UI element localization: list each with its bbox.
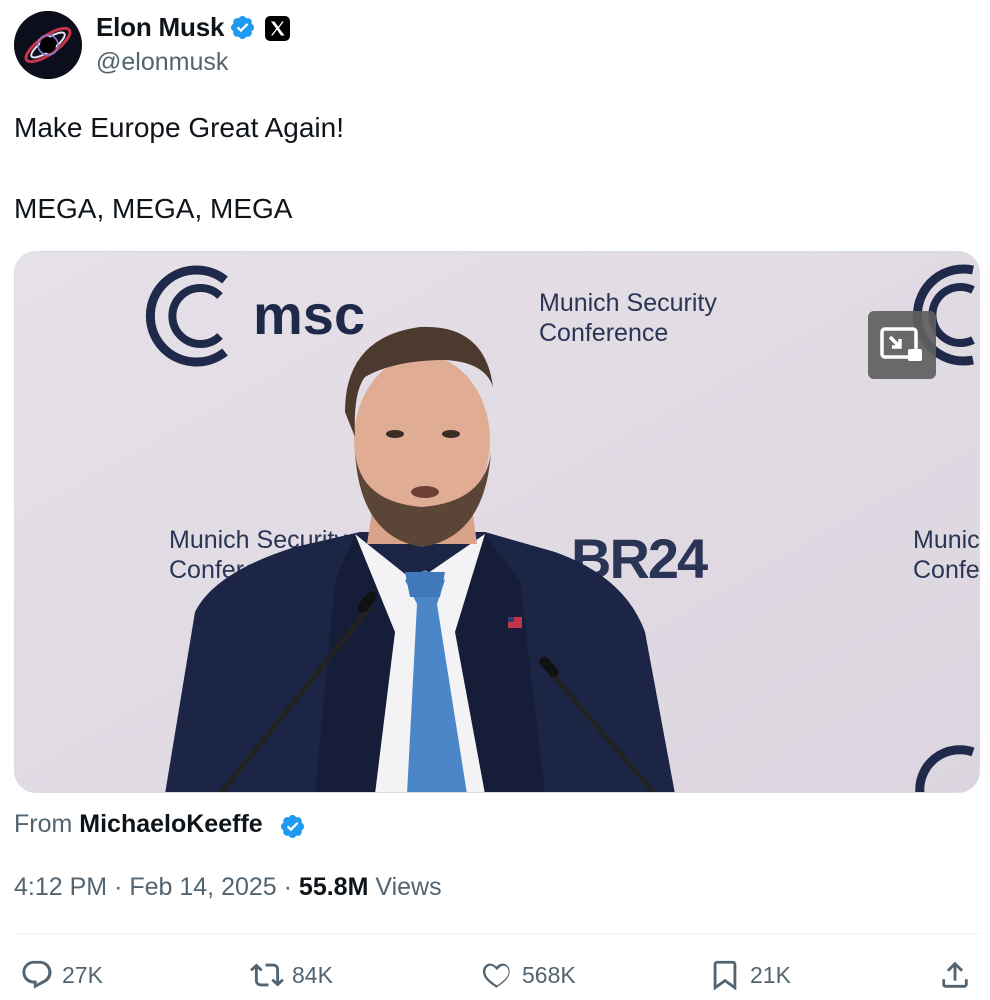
author-name[interactable]: Elon Musk bbox=[96, 12, 224, 43]
reply-count: 27K bbox=[62, 961, 103, 988]
repost-button[interactable]: 84K bbox=[250, 955, 333, 995]
x-logo-glyph bbox=[271, 21, 285, 36]
conference-name-line-2: Conference bbox=[539, 319, 668, 347]
picture-in-picture-icon bbox=[880, 327, 922, 361]
like-button[interactable]: 568K bbox=[480, 955, 576, 995]
tweet-text-line-2: MEGA, MEGA, MEGA bbox=[14, 193, 293, 224]
bookmark-icon bbox=[713, 960, 737, 991]
media-attribution: From MichaeloKeeffe bbox=[14, 810, 263, 839]
heart-icon bbox=[482, 963, 510, 989]
views-count: 55.8M bbox=[298, 873, 369, 901]
reply-button[interactable]: 27K bbox=[20, 955, 103, 995]
msc-logo-text: msc bbox=[253, 283, 365, 346]
tweet-text-line-1: Make Europe Great Again! bbox=[14, 112, 344, 143]
tweet-time[interactable]: 4:12 PM bbox=[14, 873, 107, 901]
video-player[interactable]: msc Munich Security Conference Munich Se… bbox=[14, 251, 980, 793]
tweet-date[interactable]: Feb 14, 2025 bbox=[129, 873, 276, 901]
avatar-image bbox=[14, 11, 82, 79]
views-label: Views bbox=[375, 873, 442, 901]
picture-in-picture-button[interactable] bbox=[868, 311, 936, 379]
verified-badge-icon[interactable] bbox=[229, 14, 256, 41]
avatar[interactable] bbox=[14, 11, 82, 79]
reply-icon bbox=[22, 960, 52, 989]
meta-separator: · bbox=[283, 873, 292, 901]
video-frame: msc Munich Security Conference Munich Se… bbox=[15, 252, 980, 792]
bookmark-count: 21K bbox=[750, 961, 791, 988]
repost-icon bbox=[250, 963, 284, 987]
conference-name-line-1: Munich Security bbox=[539, 289, 717, 317]
verified-badge-icon[interactable] bbox=[279, 813, 306, 840]
conference-name-right-1: Munich Security bbox=[913, 526, 980, 554]
attribution-prefix: From bbox=[14, 810, 73, 838]
share-icon bbox=[942, 961, 968, 988]
bookmark-button[interactable]: 21K bbox=[708, 955, 791, 995]
x-logo-icon[interactable] bbox=[265, 16, 290, 41]
divider bbox=[14, 933, 980, 934]
share-button[interactable] bbox=[938, 955, 980, 995]
tweet-meta: 4:12 PM · Feb 14, 2025 · 55.8M Views bbox=[14, 873, 442, 902]
author-handle[interactable]: @elonmusk bbox=[96, 48, 228, 77]
repost-count: 84K bbox=[292, 961, 333, 988]
meta-separator: · bbox=[114, 873, 123, 901]
like-count: 568K bbox=[522, 961, 576, 988]
conference-name-right-2: Conference bbox=[913, 556, 980, 584]
attribution-username[interactable]: MichaeloKeeffe bbox=[79, 810, 262, 838]
